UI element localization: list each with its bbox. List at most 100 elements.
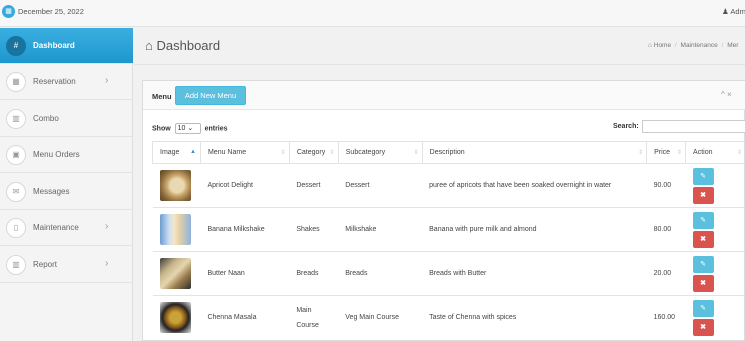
sort-icon: ⇕ — [329, 150, 335, 156]
menu-price: 20.00 — [646, 251, 686, 296]
home-icon: ⌂ — [145, 38, 153, 53]
panel-tools[interactable]: ^ × — [721, 90, 732, 99]
menu-price: 160.00 — [646, 295, 686, 340]
entries-length-control: Show 10 ⌄ entries — [152, 123, 228, 134]
pencil-icon: ✎ — [700, 260, 706, 268]
edit-button[interactable]: ✎ — [692, 255, 714, 273]
menu-table: Image ▲ Menu Name ⇕ Category ⇕ Subcategory ⇕… — [152, 141, 745, 340]
close-icon: ✖ — [700, 323, 706, 331]
menu-description: Banana with pure milk and almond — [422, 207, 647, 252]
sidebar-item-report[interactable]: ▥ Report › — [0, 247, 133, 283]
sidebar-item-label: Messages — [33, 187, 70, 196]
sidebar-item-combo[interactable]: ▥ Combo — [0, 101, 133, 137]
menu-panel: Menu Add New Menu ^ × Show 10 ⌄ entries … — [142, 80, 745, 341]
breadcrumb: ⌂ Home / Maintenance / Mer — [648, 42, 739, 49]
menu-category: Dessert — [289, 163, 339, 208]
menu-price: 80.00 — [646, 207, 686, 252]
pencil-icon: ✎ — [700, 216, 706, 224]
sidebar-item-label: Dashboard — [33, 41, 75, 50]
sidebar-item-dashboard[interactable]: # Dashboard — [0, 28, 133, 64]
menu-description: Taste of Chenna with spices — [422, 295, 647, 340]
sort-icon: ⇕ — [736, 150, 742, 156]
close-icon: ✖ — [700, 279, 706, 287]
menu-subcategory: Veg Main Course — [338, 295, 423, 340]
chevron-right-icon: › — [105, 258, 109, 269]
delete-button[interactable]: ✖ — [692, 274, 714, 292]
sidebar-item-label: Menu Orders — [33, 150, 80, 159]
column-header-subcategory[interactable]: Subcategory ⇕ — [337, 141, 423, 164]
menu-description: Breads with Butter — [422, 251, 647, 296]
breadcrumb-home[interactable]: Home — [654, 42, 671, 49]
page-title: ⌂ Dashboard — [145, 38, 221, 53]
sidebar: # Dashboard ▦ Reservation › ▥ Combo ▣ Me… — [0, 28, 133, 341]
panel-title: Menu — [152, 92, 172, 101]
sort-icon: ⇕ — [280, 150, 286, 156]
add-new-menu-button[interactable]: Add New Menu — [175, 86, 246, 105]
menu-image — [159, 258, 191, 289]
column-header-category[interactable]: Category ⇕ — [288, 141, 339, 164]
menu-price: 90.00 — [646, 163, 686, 208]
table-row: Banana Milkshake Shakes Milkshake Banana… — [152, 207, 745, 252]
menu-image — [159, 170, 191, 201]
entries-select[interactable]: 10 ⌄ — [174, 123, 201, 134]
column-header-image[interactable]: Image ▲ — [152, 141, 201, 164]
menu-subcategory: Breads — [338, 251, 423, 296]
home-icon: # — [6, 36, 26, 56]
menu-subcategory: Milkshake — [338, 207, 423, 252]
chevron-right-icon: › — [105, 221, 109, 232]
search-input[interactable] — [642, 120, 745, 133]
menu-image — [159, 302, 191, 334]
table-header-row: Image ▲ Menu Name ⇕ Category ⇕ Subcategory ⇕… — [152, 141, 745, 164]
table-row: Chenna Masala Main Course Veg Main Cours… — [152, 295, 745, 340]
column-header-action[interactable]: Action ⇕ — [685, 141, 745, 164]
menu-category: Breads — [289, 251, 339, 296]
envelope-icon: ✉ — [6, 182, 26, 202]
current-date: December 25, 2022 — [18, 7, 84, 16]
user-icon: ♟ — [722, 7, 729, 16]
menu-description: puree of apricots that have been soaked … — [422, 163, 647, 208]
calendar-icon: ▦ — [6, 72, 26, 92]
edit-button[interactable]: ✎ — [692, 299, 714, 317]
edit-button[interactable]: ✎ — [692, 211, 714, 229]
ticket-icon: ▣ — [6, 145, 26, 165]
main-content: ⌂ Dashboard ⌂ Home / Maintenance / Mer M… — [134, 28, 745, 341]
delete-button[interactable]: ✖ — [692, 318, 714, 336]
column-header-menu-name[interactable]: Menu Name ⇕ — [199, 141, 290, 164]
menu-subcategory: Dessert — [338, 163, 423, 208]
pencil-icon: ✎ — [700, 172, 706, 180]
sidebar-item-messages[interactable]: ✉ Messages — [0, 174, 133, 210]
sidebar-item-maintenance[interactable]: ▯ Maintenance › — [0, 210, 133, 246]
search-label: Search: — [613, 123, 639, 130]
breadcrumb-current: Mer — [727, 42, 739, 49]
sidebar-item-menu-orders[interactable]: ▣ Menu Orders — [0, 137, 133, 173]
sort-icon: ⇕ — [638, 150, 644, 156]
panel-header: Menu Add New Menu ^ × — [143, 81, 745, 110]
report-icon: ▥ — [6, 255, 26, 275]
menu-name: Butter Naan — [200, 251, 290, 296]
user-menu[interactable]: ♟ Adm — [722, 7, 745, 16]
sidebar-item-label: Combo — [33, 114, 59, 123]
top-bar: ▦ December 25, 2022 ♟ Adm — [0, 0, 745, 27]
pencil-icon: ✎ — [700, 304, 706, 312]
delete-button[interactable]: ✖ — [692, 186, 714, 204]
edit-button[interactable]: ✎ — [692, 167, 714, 185]
column-header-price[interactable]: Price ⇕ — [646, 141, 687, 164]
chevron-right-icon: › — [105, 75, 109, 86]
chevron-down-icon: ⌄ — [187, 125, 194, 132]
sidebar-item-reservation[interactable]: ▦ Reservation › — [0, 64, 133, 100]
calendar-icon: ▦ — [2, 5, 15, 18]
column-header-description[interactable]: Description ⇕ — [421, 141, 648, 164]
sort-icon: ⇕ — [677, 150, 683, 156]
close-icon: ✖ — [700, 191, 706, 199]
delete-button[interactable]: ✖ — [692, 230, 714, 248]
user-name: Adm — [730, 7, 745, 16]
sidebar-item-label: Reservation — [33, 77, 76, 86]
file-icon: ▯ — [6, 218, 26, 238]
table-row: Butter Naan Breads Breads Breads with Bu… — [152, 251, 745, 296]
breadcrumb-maintenance[interactable]: Maintenance — [681, 42, 718, 49]
sidebar-item-label: Maintenance — [33, 223, 79, 232]
chart-icon: ▥ — [6, 109, 26, 129]
table-row: Apricot Delight Dessert Dessert puree of… — [152, 163, 745, 208]
menu-name: Banana Milkshake — [200, 207, 290, 252]
menu-name: Apricot Delight — [200, 163, 290, 208]
